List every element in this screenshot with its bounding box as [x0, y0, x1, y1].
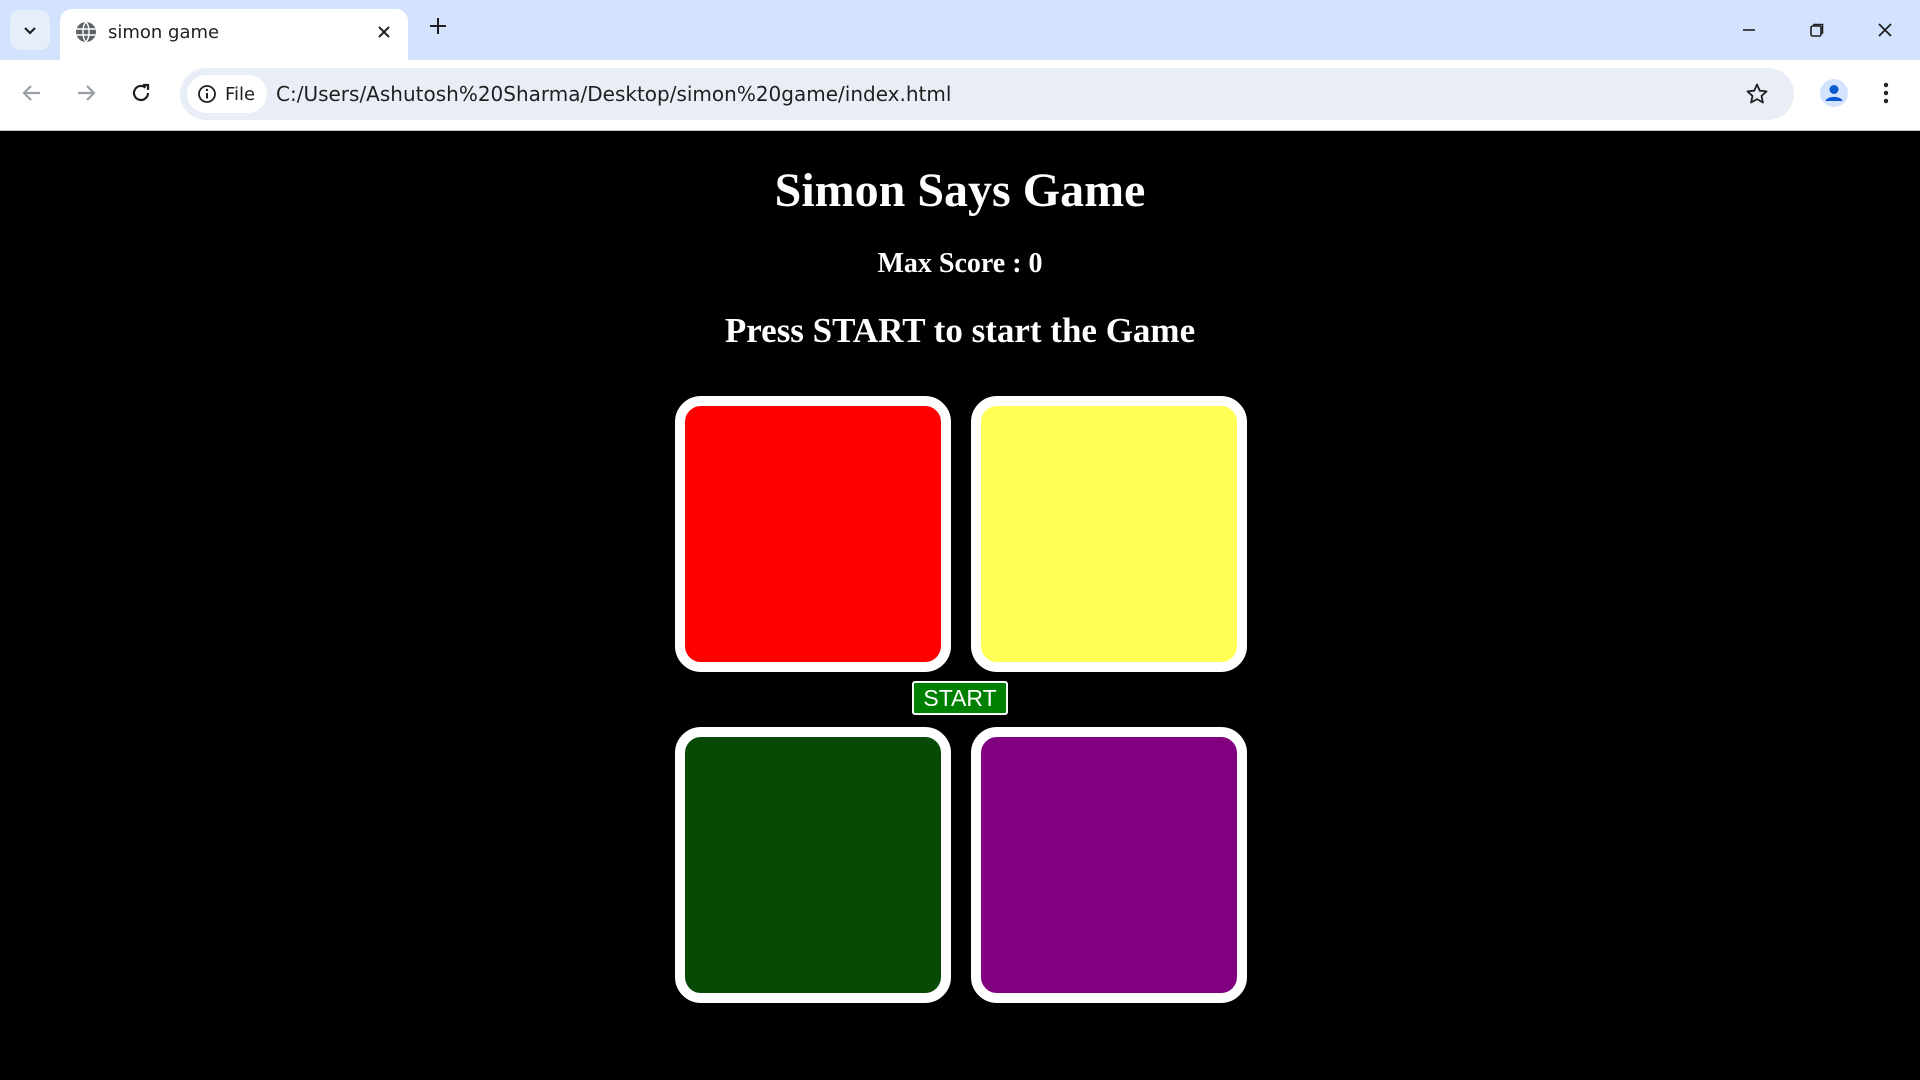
game-page: Simon Says Game Max Score : 0 Press STAR…	[0, 131, 1920, 1080]
tab-close-button[interactable]	[372, 20, 396, 44]
more-vertical-icon	[1883, 82, 1889, 104]
browser-toolbar: File C:/Users/Ashutosh%20Sharma/Desktop/…	[0, 60, 1920, 131]
close-window-button[interactable]	[1865, 10, 1905, 50]
tab-title: simon game	[108, 22, 220, 43]
purple-pad[interactable]	[971, 727, 1247, 1003]
address-bar[interactable]: File C:/Users/Ashutosh%20Sharma/Desktop/…	[180, 68, 1794, 120]
avatar-icon	[1820, 79, 1848, 107]
tab-active[interactable]: simon game	[60, 9, 408, 60]
game-status-text: Press START to start the Game	[724, 311, 1196, 350]
green-pad[interactable]	[675, 727, 951, 1003]
site-info-chip[interactable]: File	[187, 75, 268, 113]
star-icon	[1746, 83, 1768, 104]
browser-menu-button[interactable]	[1868, 75, 1904, 111]
url-text[interactable]: C:/Users/Ashutosh%20Sharma/Desktop/simon…	[276, 82, 951, 106]
tab-strip: simon game	[0, 0, 1920, 60]
close-icon	[1878, 23, 1892, 37]
new-tab-button[interactable]	[424, 12, 452, 40]
forward-button[interactable]	[68, 75, 104, 111]
yellow-pad[interactable]	[971, 396, 1247, 672]
info-icon	[198, 85, 216, 103]
minimize-button[interactable]	[1729, 10, 1769, 50]
globe-icon	[76, 21, 96, 43]
chevron-down-icon	[24, 27, 36, 35]
back-button[interactable]	[14, 75, 50, 111]
close-icon	[378, 26, 390, 38]
red-pad[interactable]	[675, 396, 951, 672]
restore-button[interactable]	[1797, 10, 1837, 50]
reload-button[interactable]	[123, 75, 159, 111]
tab-search-button[interactable]	[10, 10, 50, 50]
reload-icon	[132, 83, 150, 102]
page-title: Simon Says Game	[774, 164, 1146, 217]
restore-icon	[1810, 23, 1824, 37]
browser-window: simon game File C:/Users/Ashutosh%20Shar…	[0, 0, 1920, 131]
max-score-text: Max Score : 0	[877, 248, 1043, 279]
start-button[interactable]: START	[912, 681, 1008, 715]
arrow-left-icon	[22, 85, 40, 101]
site-info-label: File	[225, 83, 256, 105]
minimize-icon	[1743, 29, 1755, 31]
profile-button[interactable]	[1816, 75, 1852, 111]
arrow-right-icon	[78, 85, 96, 101]
plus-icon	[430, 18, 446, 34]
bookmark-button[interactable]	[1744, 81, 1770, 107]
